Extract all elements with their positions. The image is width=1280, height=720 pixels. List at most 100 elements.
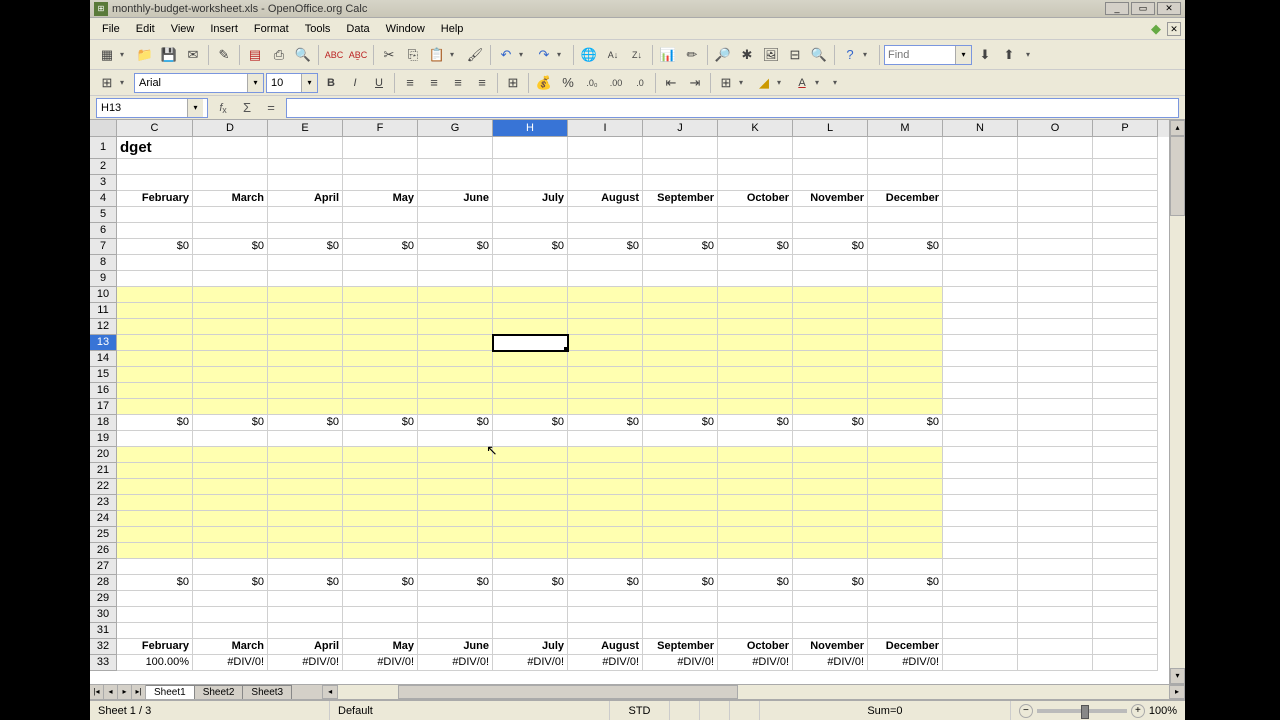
cell[interactable]: $0 <box>643 239 718 255</box>
cell[interactable]: $0 <box>718 575 793 591</box>
cell[interactable] <box>343 623 418 639</box>
cell[interactable]: September <box>643 191 718 207</box>
cell[interactable] <box>718 431 793 447</box>
cell[interactable] <box>643 207 718 223</box>
cell[interactable] <box>493 623 568 639</box>
undo-dropdown[interactable]: ▾ <box>519 50 531 59</box>
cell[interactable] <box>643 431 718 447</box>
cell[interactable] <box>718 527 793 543</box>
cell[interactable] <box>568 303 643 319</box>
cell[interactable] <box>268 511 343 527</box>
chart-icon[interactable]: 📊 <box>657 44 679 66</box>
cell[interactable] <box>793 287 868 303</box>
cell[interactable] <box>193 543 268 559</box>
cell[interactable]: $0 <box>643 575 718 591</box>
cell[interactable] <box>793 431 868 447</box>
cell[interactable] <box>943 319 1018 335</box>
cell[interactable] <box>568 137 643 159</box>
cell[interactable] <box>193 447 268 463</box>
cell[interactable] <box>568 495 643 511</box>
column-header[interactable]: H <box>493 120 568 137</box>
cell[interactable] <box>493 255 568 271</box>
cell[interactable] <box>117 319 193 335</box>
cell[interactable] <box>418 559 493 575</box>
cell[interactable] <box>418 511 493 527</box>
cell[interactable] <box>268 623 343 639</box>
cell[interactable] <box>568 527 643 543</box>
row-header[interactable]: 15 <box>90 367 117 383</box>
cell[interactable] <box>493 367 568 383</box>
cell[interactable] <box>868 559 943 575</box>
cell[interactable] <box>418 159 493 175</box>
cell[interactable] <box>643 591 718 607</box>
cell[interactable] <box>193 607 268 623</box>
cell[interactable] <box>1093 223 1158 239</box>
cell[interactable]: March <box>193 639 268 655</box>
font-size-input[interactable] <box>267 74 301 92</box>
borders-icon[interactable]: ⊞ <box>715 72 737 94</box>
cell[interactable]: #DIV/0! <box>643 655 718 671</box>
cell[interactable] <box>1018 319 1093 335</box>
cell[interactable]: October <box>718 191 793 207</box>
cell[interactable] <box>418 255 493 271</box>
cell[interactable] <box>718 495 793 511</box>
cell[interactable]: May <box>343 191 418 207</box>
cell[interactable] <box>1093 335 1158 351</box>
cell[interactable] <box>568 175 643 191</box>
cell[interactable] <box>493 591 568 607</box>
font-name-input[interactable] <box>135 74 247 92</box>
cell[interactable] <box>343 463 418 479</box>
cell[interactable] <box>1018 575 1093 591</box>
cell[interactable] <box>943 479 1018 495</box>
cell[interactable] <box>643 383 718 399</box>
cell[interactable] <box>1018 591 1093 607</box>
borders-dropdown[interactable]: ▾ <box>739 78 751 87</box>
cell[interactable] <box>718 479 793 495</box>
cell[interactable] <box>643 303 718 319</box>
print-icon[interactable]: ⎙ <box>268 44 290 66</box>
row-header[interactable]: 25 <box>90 527 117 543</box>
cell[interactable] <box>1018 447 1093 463</box>
column-header[interactable]: P <box>1093 120 1158 137</box>
cell[interactable] <box>343 591 418 607</box>
cell[interactable] <box>493 175 568 191</box>
edit-icon[interactable]: ✎ <box>213 44 235 66</box>
cell[interactable] <box>493 303 568 319</box>
cell[interactable]: $0 <box>793 239 868 255</box>
menu-tools[interactable]: Tools <box>297 21 339 37</box>
find-next-icon[interactable]: ⬇ <box>974 44 996 66</box>
cell[interactable] <box>718 591 793 607</box>
cell[interactable] <box>418 431 493 447</box>
cell[interactable] <box>268 399 343 415</box>
cell[interactable] <box>643 479 718 495</box>
cell[interactable] <box>268 335 343 351</box>
cell[interactable] <box>343 367 418 383</box>
cell[interactable] <box>193 383 268 399</box>
cell[interactable] <box>718 303 793 319</box>
cell[interactable] <box>493 223 568 239</box>
cell[interactable]: March <box>193 191 268 207</box>
underline-icon[interactable]: U <box>368 72 390 94</box>
cell[interactable] <box>868 543 943 559</box>
cell[interactable] <box>117 287 193 303</box>
cell[interactable] <box>868 335 943 351</box>
cell[interactable] <box>793 479 868 495</box>
cell[interactable] <box>643 351 718 367</box>
horizontal-scrollbar[interactable]: ◂ ▸ <box>322 685 1185 699</box>
align-justify-icon[interactable]: ≡ <box>471 72 493 94</box>
cell[interactable] <box>418 319 493 335</box>
cell[interactable] <box>1093 319 1158 335</box>
cell[interactable] <box>793 623 868 639</box>
cell[interactable] <box>117 559 193 575</box>
cell[interactable]: #DIV/0! <box>493 655 568 671</box>
cell[interactable] <box>193 175 268 191</box>
email-icon[interactable]: ✉ <box>182 44 204 66</box>
cell[interactable] <box>268 383 343 399</box>
cell[interactable] <box>868 303 943 319</box>
cell[interactable] <box>643 319 718 335</box>
cell[interactable] <box>1018 367 1093 383</box>
currency-icon[interactable]: 💰 <box>533 72 555 94</box>
cell[interactable] <box>343 351 418 367</box>
cell[interactable] <box>193 463 268 479</box>
cell[interactable] <box>568 463 643 479</box>
